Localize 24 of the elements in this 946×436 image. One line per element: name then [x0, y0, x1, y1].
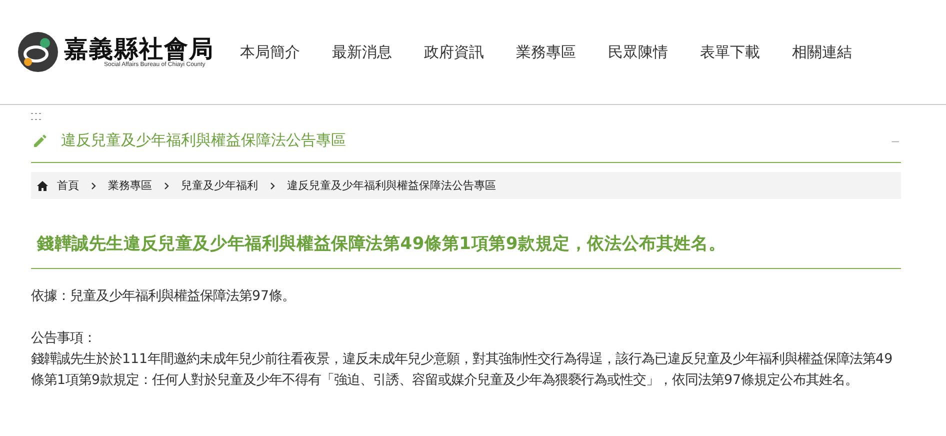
nav-link[interactable]: 業務專區 — [516, 42, 576, 62]
breadcrumb-link[interactable]: 違反兒童及少年福利與權益保障法公告專區 — [287, 178, 496, 193]
breadcrumb-link[interactable]: 業務專區 — [108, 178, 152, 193]
notice-label: 公告事項： — [31, 330, 97, 348]
article-paragraph: 錢韡誠先生於於111年間邀約未成年兒少前往看夜景，違反未成年兒少意願，對其強制性交行為得逞，該行為已違反兒童及少年福利與權益保障法第49條第1項第9款規定：任何人對於兒童及少年不得有「強迫、引誘、容留或媒介兒童及少年為猥褻行為或性交」，依同法第97條規定公布其姓名。 — [31, 350, 894, 390]
nav-link[interactable]: 本局簡介 — [240, 42, 300, 62]
chevron-icon — [164, 182, 169, 190]
nav-link[interactable]: 民眾陳情 — [608, 42, 668, 62]
home-icon[interactable] — [37, 180, 48, 190]
nav-link[interactable]: 表單下載 — [700, 42, 760, 62]
logo-icon — [18, 32, 58, 72]
nav-link[interactable]: 政府資訊 — [424, 42, 484, 62]
section-title: 違反兒童及少年福利與權益保障法公告專區 — [61, 131, 346, 150]
article-heading: 錢韡誠先生違反兒童及少年福利與權益保障法第49條第1項第9款規定，依法公布其姓名。 — [31, 232, 901, 269]
logo-title[interactable]: 嘉義縣社會局 — [64, 36, 214, 62]
chevron-icon — [270, 182, 275, 190]
chevron-icon — [91, 182, 96, 190]
drag-handle-icon — [31, 113, 43, 121]
breadcrumb-link[interactable]: 兒童及少年福利 — [181, 178, 258, 193]
pencil-icon — [33, 134, 47, 148]
article-paragraph: 依據：兒童及少年福利與權益保障法第97條。 — [31, 288, 296, 306]
breadcrumb-link[interactable]: 首頁 — [57, 178, 79, 193]
nav-link[interactable]: 最新消息 — [332, 42, 392, 62]
nav-link[interactable]: 相關連結 — [792, 42, 852, 62]
